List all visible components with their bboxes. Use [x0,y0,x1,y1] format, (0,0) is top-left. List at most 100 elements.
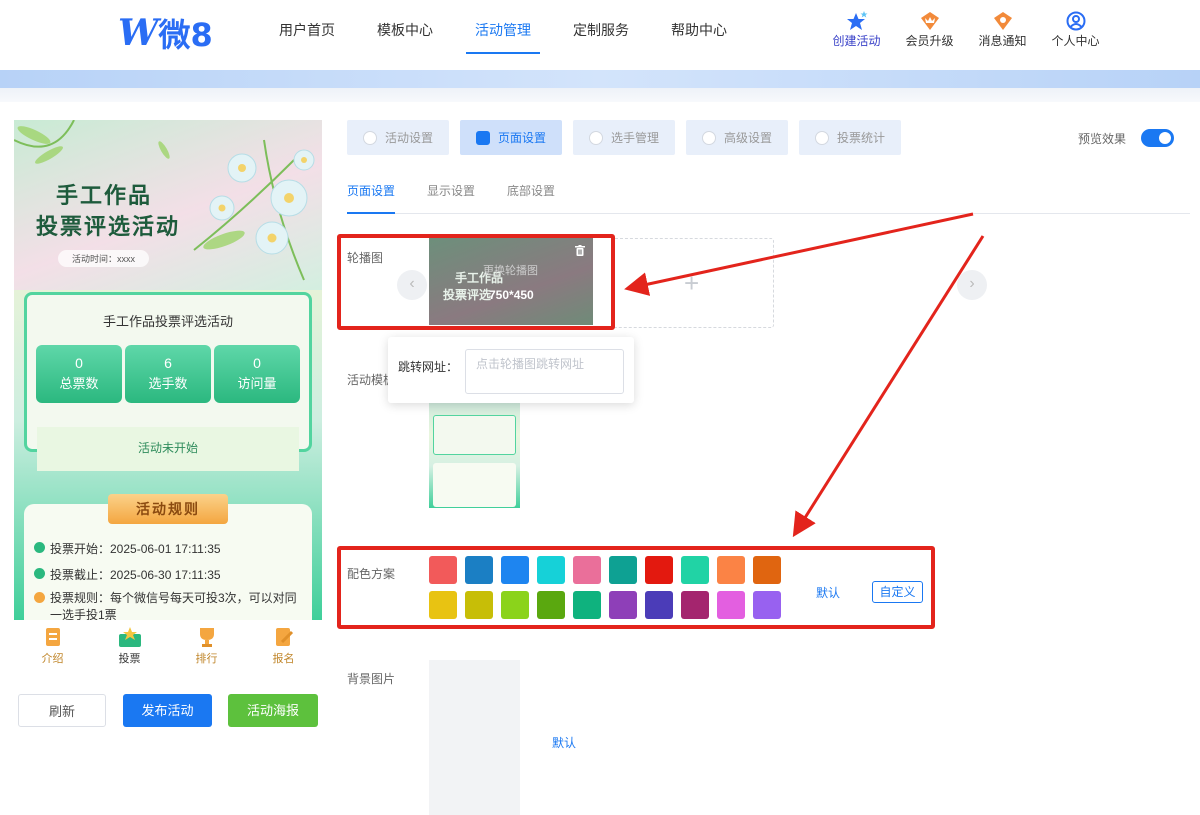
nav-item-custom-service[interactable]: 定制服务 [552,0,650,60]
nav-item-help[interactable]: 帮助中心 [650,0,748,60]
color-swatch[interactable] [717,556,745,584]
color-default-button[interactable]: 默认 [816,584,840,601]
color-swatch[interactable] [753,591,781,619]
create-activity-button[interactable]: 创建活动 [820,10,893,49]
stats-icon [814,130,829,145]
heart-icon [362,130,377,145]
color-swatch[interactable] [681,591,709,619]
add-carousel-button[interactable]: + [612,238,774,328]
activity-poster-button[interactable]: 活动海报 [228,694,318,727]
color-custom-button[interactable]: 自定义 [872,581,923,603]
replace-carousel-button[interactable]: 更换轮播图 [483,262,538,278]
subtab-display-settings[interactable]: 显示设置 [427,182,475,214]
subtab-page-settings[interactable]: 页面设置 [347,182,396,214]
grid-icon [475,130,490,145]
publish-activity-button[interactable]: 发布活动 [123,694,212,727]
preview-tab-label: 介绍 [41,653,64,665]
rule-item: 投票规则：每个微信号每天可投3次，可以对同一选手投1票 [34,590,304,620]
color-swatch[interactable] [609,591,637,619]
tab-page-settings[interactable]: 页面设置 [460,120,562,155]
preview-tab-label: 排行 [195,653,218,665]
user-center-button[interactable]: 个人中心 [1039,10,1112,49]
nav-item-home[interactable]: 用户首页 [258,0,356,60]
color-swatch[interactable] [573,556,601,584]
advanced-icon [701,130,716,145]
subtab-footer-settings[interactable]: 底部设置 [507,182,555,214]
color-swatch[interactable] [573,591,601,619]
tool-label: 消息通知 [978,34,1027,48]
color-swatch[interactable] [645,591,673,619]
tab-advanced-settings[interactable]: 高级设置 [686,120,788,155]
color-swatch[interactable] [609,556,637,584]
preview-tab-rank[interactable]: 排行 [168,620,245,670]
tab-label: 选手管理 [610,131,659,145]
plus-icon: + [684,268,700,298]
color-swatch[interactable] [645,556,673,584]
clock-icon [34,568,45,579]
color-swatch[interactable] [465,556,493,584]
color-swatch[interactable] [429,591,457,619]
carousel-image[interactable]: 手工作品 投票评选 更换轮播图 750*450 [429,238,593,325]
preview-tab-label: 报名 [272,653,295,665]
background-default-button[interactable]: 默认 [552,734,576,751]
tab-activity-settings[interactable]: 活动设置 [347,120,449,155]
refresh-button[interactable]: 刷新 [18,694,106,727]
signup-icon [245,624,322,650]
preview-toggle-label: 预览效果 [1078,132,1127,146]
color-swatch[interactable] [537,591,565,619]
carousel-label: 轮播图 [347,251,384,265]
stat-contestants: 6 选手数 [125,345,211,403]
color-swatch[interactable] [681,556,709,584]
carousel-prev-button[interactable]: ‹ [397,270,427,300]
preview-stats-card: 手工作品投票评选活动 0 总票数 6 选手数 0 访问量 活动未开始 [24,292,312,471]
preview-toggle[interactable] [1141,129,1174,147]
rule-text: 投票开始：2025-06-01 17:11:35 [50,542,221,556]
jump-url-label: 跳转网址： [398,360,459,374]
preview-title-line1: 手工作品 [56,183,153,208]
trash-icon[interactable] [575,245,585,256]
jump-url-input[interactable] [465,349,624,394]
star-icon [820,10,893,32]
color-swatch[interactable] [717,591,745,619]
carousel-next-button[interactable]: › [957,270,987,300]
tab-label: 活动设置 [384,131,433,145]
stat-label: 访问量 [237,376,277,391]
color-swatch[interactable] [501,591,529,619]
logo[interactable]: W 微8 [118,12,213,54]
tab-label: 页面设置 [497,131,546,145]
jump-url-popover: 跳转网址： [388,337,634,403]
template-thumb-rules [433,463,516,507]
preview-hero: 手工作品 投票评选活动 活动时间：xxxx [14,120,322,290]
stat-total-votes: 0 总票数 [36,345,122,403]
color-swatch[interactable] [501,556,529,584]
settings-tabs: 活动设置 页面设置 选手管理 高级设置 投票统计 [347,120,912,155]
member-upgrade-button[interactable]: 会员升级 [893,10,966,49]
preview-tab-vote[interactable]: 投票 [91,620,168,670]
info-icon [34,592,45,603]
preview-tab-signup[interactable]: 报名 [245,620,322,670]
tab-vote-statistics[interactable]: 投票统计 [799,120,901,155]
nav-item-templates[interactable]: 模板中心 [356,0,454,60]
tab-contestant-management[interactable]: 选手管理 [573,120,675,155]
color-swatch[interactable] [537,556,565,584]
color-swatch[interactable] [753,556,781,584]
carousel-size-label: 750*450 [489,288,534,302]
stat-visits: 0 访问量 [214,345,300,403]
color-swatch[interactable] [429,556,457,584]
notifications-button[interactable]: 消息通知 [966,10,1039,49]
carousel-thumb-title2: 投票评选 [443,288,492,302]
background-image-placeholder[interactable] [429,660,520,815]
preview-tab-intro[interactable]: 介绍 [14,620,91,670]
nav-item-activities[interactable]: 活动管理 [454,0,552,60]
rule-text: 投票截止：2025-06-30 17:11:35 [50,568,221,582]
background-image-label: 背景图片 [347,672,396,686]
color-swatch[interactable] [465,591,493,619]
preview-rules-card: 活动规则 投票开始：2025-06-01 17:11:35 投票截止：2025-… [24,494,312,620]
template-thumbnail[interactable] [429,403,520,508]
clock-icon [34,542,45,553]
stat-label: 总票数 [59,376,99,391]
stat-value: 0 [75,355,83,371]
crown-icon [893,10,966,32]
tool-label: 会员升级 [905,34,954,48]
tool-label: 创建活动 [832,34,881,48]
